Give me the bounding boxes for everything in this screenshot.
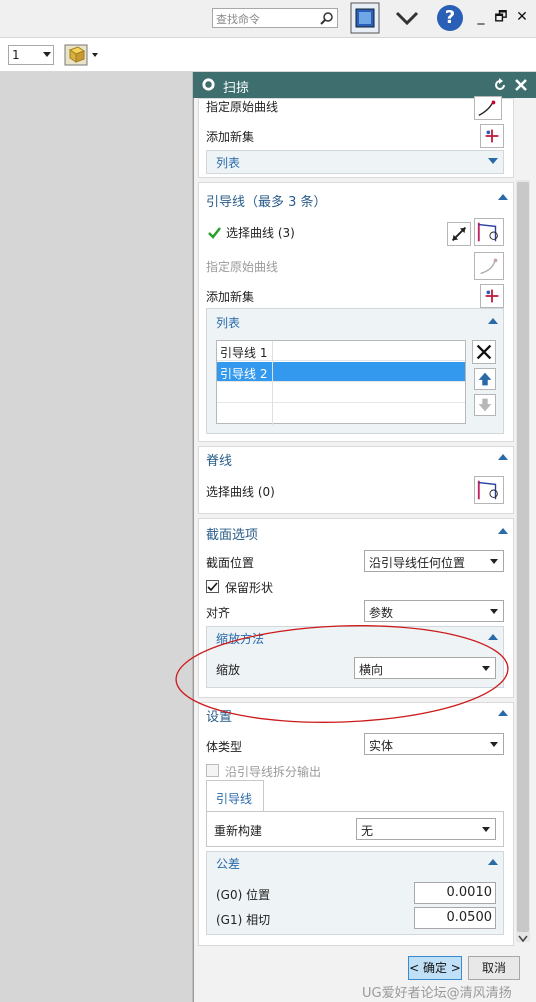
body-type-select[interactable]: 实体 — [364, 733, 504, 755]
list-item[interactable]: 引导线 2 — [217, 362, 465, 382]
dropdown-arrow-icon — [490, 609, 498, 614]
restore-button[interactable]: 🗗 — [494, 9, 508, 25]
chevron-up-icon[interactable] — [488, 318, 498, 324]
close-button[interactable]: ✕ — [515, 9, 529, 25]
view-cube-icon[interactable] — [62, 42, 100, 68]
align-select[interactable]: 参数 — [364, 600, 504, 622]
delete-icon[interactable] — [472, 340, 496, 364]
watermark: UG爱好者论坛@清风清扬 — [362, 986, 512, 1001]
gear-icon — [202, 78, 215, 91]
preserve-shape-checkbox[interactable] — [206, 580, 219, 593]
check-icon — [208, 227, 221, 239]
help-icon[interactable]: ? — [437, 5, 463, 31]
add-set-icon[interactable] — [480, 284, 504, 308]
search-icon[interactable] — [320, 11, 334, 25]
split-output-checkbox — [206, 764, 219, 777]
g0-label: (G0) 位置 — [216, 888, 271, 902]
rebuild-select[interactable]: 无 — [356, 818, 496, 840]
body-type-label: 体类型 — [206, 740, 243, 754]
preserve-shape-label: 保留形状 — [225, 581, 274, 595]
layer-select[interactable]: 1 — [8, 45, 54, 65]
list-item — [217, 404, 465, 424]
list-item[interactable]: 引导线 1 — [217, 341, 465, 361]
curve-rule-icon[interactable] — [474, 218, 504, 246]
ok-button[interactable]: < 确定 > — [408, 956, 462, 980]
move-up-icon[interactable] — [474, 368, 496, 390]
chevron-down-icon[interactable] — [488, 158, 498, 164]
list-label: 列表 — [216, 156, 241, 170]
check-icon — [207, 582, 218, 592]
chevron-down-icon[interactable] — [394, 6, 420, 30]
guides-heading[interactable]: 引导线（最多 3 条） — [206, 191, 327, 210]
dropdown-arrow-icon — [490, 742, 498, 747]
layer-value: 1 — [12, 48, 20, 62]
specify-original-curve-label: 指定原始曲线 — [206, 100, 279, 114]
cancel-button[interactable]: 取消 — [468, 956, 520, 980]
reverse-direction-icon[interactable] — [447, 222, 471, 246]
list-panel[interactable] — [206, 150, 504, 174]
tolerance-heading[interactable]: 公差 — [216, 855, 240, 872]
move-down-icon — [474, 394, 496, 416]
dropdown-arrow-icon — [43, 52, 51, 57]
align-label: 对齐 — [206, 606, 231, 620]
split-output-label: 沿引导线拆分输出 — [225, 765, 322, 779]
g1-tangent-input[interactable]: 0.0500 — [414, 907, 496, 929]
add-set-icon[interactable] — [480, 124, 504, 148]
scroll-down-icon[interactable] — [518, 935, 528, 943]
g1-label: (G1) 相切 — [216, 913, 271, 927]
specify-original-curve-label-2: 指定原始曲线 — [206, 260, 279, 274]
spine-select-curve-label: 选择曲线 (0) — [206, 485, 275, 499]
g0-position-input[interactable]: 0.0010 — [414, 882, 496, 904]
dropdown-arrow-icon — [490, 559, 498, 564]
guides-list[interactable]: 引导线 1 引导线 2 — [216, 340, 466, 425]
list-label-2: 列表 — [216, 316, 241, 330]
add-new-set-label-2: 添加新集 — [206, 290, 255, 304]
rebuild-label: 重新构建 — [214, 824, 263, 838]
section-position-label: 截面位置 — [206, 556, 255, 570]
list-item — [217, 383, 465, 403]
graphics-window[interactable] — [0, 72, 193, 1002]
section-spine — [198, 446, 514, 514]
search-placeholder: 查找命令 — [216, 13, 260, 26]
fit-view-icon[interactable] — [350, 2, 380, 34]
section-options-heading[interactable]: 截面选项 — [206, 524, 258, 543]
red-annotation-ellipse — [175, 625, 509, 723]
dialog-title: 扫掠 — [223, 81, 250, 96]
scrollbar-thumb[interactable] — [517, 182, 529, 932]
minimize-button[interactable]: _ — [474, 9, 488, 25]
reset-icon[interactable] — [493, 78, 507, 92]
curve-direction-icon[interactable] — [474, 96, 502, 120]
chevron-up-icon[interactable] — [498, 528, 508, 534]
tab-guides-label: 引导线 — [216, 792, 253, 806]
select-curve-label: 选择曲线 (3) — [226, 226, 295, 240]
close-icon[interactable] — [514, 78, 528, 92]
section-position-select[interactable]: 沿引导线任何位置 — [364, 550, 504, 572]
curve-direction-icon — [474, 252, 504, 280]
add-new-set-label: 添加新集 — [206, 130, 255, 144]
chevron-up-icon[interactable] — [488, 859, 498, 865]
spine-heading[interactable]: 脊线 — [206, 450, 232, 469]
command-search-input[interactable]: 查找命令 — [212, 8, 338, 28]
curve-rule-icon[interactable] — [474, 476, 504, 504]
chevron-up-icon[interactable] — [498, 454, 508, 460]
dropdown-arrow-icon — [482, 827, 490, 832]
dialog-title-bar: 扫掠 — [193, 72, 536, 98]
chevron-up-icon[interactable] — [498, 194, 508, 200]
